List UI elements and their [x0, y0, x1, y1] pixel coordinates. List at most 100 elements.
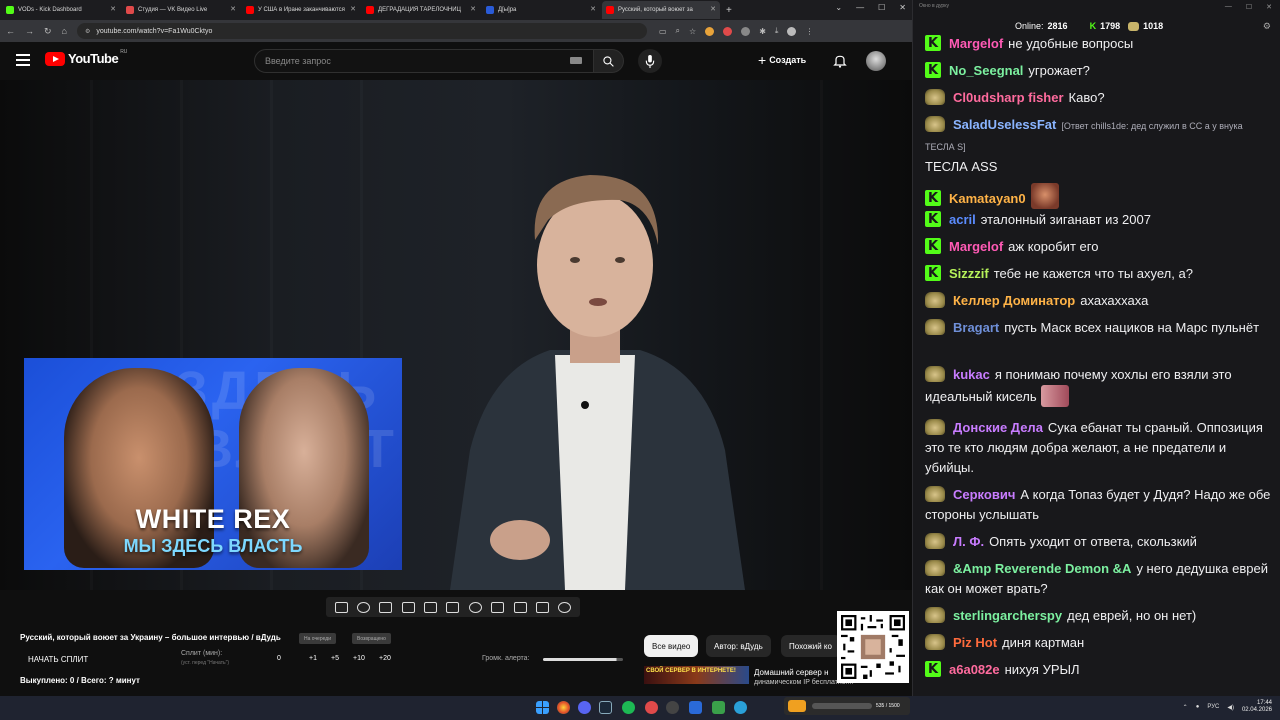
back-icon[interactable]: ← [6, 26, 15, 36]
zoom-icon[interactable]: ⌕ [676, 26, 680, 36]
split-option-10[interactable]: +10 [353, 655, 365, 662]
chip-similar[interactable]: Похожий ко [781, 635, 841, 657]
alert-volume-slider[interactable] [543, 658, 623, 661]
tray-overflow-icon[interactable]: ⌃ [1183, 704, 1188, 711]
tab-search-icon[interactable]: ⌄ [835, 3, 842, 12]
download-icon[interactable]: ⤓ [775, 26, 779, 36]
spotify-icon[interactable] [622, 701, 635, 714]
close-window-button[interactable]: ✕ [899, 3, 906, 12]
chrome-icon[interactable] [557, 701, 570, 714]
ad-thumbnail[interactable]: СВОЙ СЕРВЕР В ИНТЕРНЕТЕ! [644, 666, 749, 684]
tab-close-icon[interactable]: ✕ [590, 5, 596, 13]
discord-icon[interactable] [578, 701, 591, 714]
browser-tab[interactable]: Д[ы]ра ✕ [482, 1, 600, 19]
tab-close-icon[interactable]: ✕ [470, 5, 476, 13]
chat-username[interactable]: No_Seegnal [949, 63, 1023, 78]
extensions-puzzle-icon[interactable]: ✱ [759, 27, 766, 36]
extension-icon[interactable] [705, 26, 715, 36]
maximize-button[interactable]: ☐ [1246, 3, 1252, 11]
clock[interactable]: 17:44 02.04.2026 [1242, 700, 1272, 714]
maximize-button[interactable]: ☐ [878, 3, 885, 12]
broadcast-icon[interactable] [357, 601, 371, 613]
keyboard-icon[interactable] [570, 57, 582, 64]
chat-username[interactable]: kukac [953, 367, 990, 382]
tab-close-icon[interactable]: ✕ [710, 5, 716, 13]
profile-icon[interactable] [787, 26, 797, 36]
settings-gear-icon[interactable] [558, 601, 572, 613]
browser-tab[interactable]: Русский, который воюет за ✕ [602, 1, 720, 19]
queue-pill[interactable]: На очереди [299, 633, 336, 644]
preview-icon[interactable] [379, 601, 393, 613]
chat-username[interactable]: sterlingarcherspy [953, 608, 1062, 623]
menu-hamburger-icon[interactable] [16, 54, 30, 66]
browser-tab[interactable]: Студия — VK Видео Live ✕ [122, 1, 240, 19]
search-button[interactable] [594, 49, 624, 73]
chip-author[interactable]: Автор: вДудь [706, 635, 771, 657]
split-option-1[interactable]: +1 [309, 655, 317, 662]
chat-username[interactable]: Bragart [953, 320, 999, 335]
tab-close-icon[interactable]: ✕ [230, 5, 236, 13]
extension-icon[interactable] [741, 26, 751, 36]
chat-username[interactable]: Sizzzif [949, 266, 989, 281]
avatar[interactable] [866, 51, 886, 71]
search-input[interactable]: Введите запрос [254, 49, 594, 73]
chat-username[interactable]: Margelof [949, 36, 1003, 51]
reload-icon[interactable]: ↻ [44, 26, 52, 37]
chat-username[interactable]: Margelof [949, 239, 1003, 254]
chip-all-videos[interactable]: Все видео [644, 635, 699, 657]
obs-icon[interactable] [666, 701, 679, 714]
home-icon[interactable]: ⌂ [62, 26, 67, 36]
telegram-icon[interactable] [734, 701, 747, 714]
browser-tab[interactable]: ДЕГРАДАЦИЯ ТАРЕЛОЧНИЦ ✕ [362, 1, 480, 19]
expand-icon[interactable] [491, 601, 505, 613]
notifications-bell-icon[interactable] [832, 53, 848, 69]
bookmark-star-icon[interactable]: ☆ [689, 27, 696, 36]
video-player[interactable]: ЗДЕСЬ ВЛАСТ WHITE REX МЫ ЗДЕСЬ ВЛАСТЬ [0, 80, 912, 590]
browser-tab[interactable]: VODs - Kick Dashboard ✕ [2, 1, 120, 19]
minimize-button[interactable]: — [1225, 3, 1232, 11]
chat-username[interactable]: Kamatayan0 [949, 191, 1026, 206]
create-button[interactable]: + Создать [758, 52, 806, 68]
loop-icon[interactable] [334, 601, 348, 613]
steam-icon[interactable] [599, 701, 612, 714]
chat-username[interactable]: SaladUselessFat [953, 117, 1056, 132]
windows-start-icon[interactable] [536, 701, 549, 714]
screenshot-icon[interactable] [513, 601, 527, 613]
tray-mic-icon[interactable]: ● [1196, 704, 1200, 710]
recommended-video-thumbnail[interactable]: ЗДЕСЬ ВЛАСТ WHITE REX МЫ ЗДЕСЬ ВЛАСТЬ [24, 358, 402, 570]
split-option-20[interactable]: +20 [379, 655, 391, 662]
app-icon[interactable] [689, 701, 702, 714]
picture-in-picture-icon[interactable] [424, 601, 438, 613]
extension-icon[interactable] [723, 26, 733, 36]
flask-icon[interactable] [535, 601, 549, 613]
language-indicator[interactable]: РУС [1207, 704, 1219, 710]
chat-username[interactable]: Л. Ф. [953, 534, 984, 549]
chat-username[interactable]: Келлер Доминатор [953, 293, 1075, 308]
chat-username[interactable]: a6a082e [949, 662, 1000, 677]
tray-volume-icon[interactable]: ◀) [1227, 704, 1234, 711]
chat-username[interactable]: Серкович [953, 487, 1015, 502]
film-icon[interactable] [401, 601, 415, 613]
youtube-logo[interactable]: YouTube RU [45, 49, 127, 66]
app-icon[interactable] [712, 701, 725, 714]
minimize-button[interactable]: — [856, 3, 864, 12]
new-tab-button[interactable]: + [726, 5, 732, 16]
speed-icon[interactable] [468, 601, 482, 613]
playlist-icon[interactable] [446, 601, 460, 613]
browser-tab[interactable]: У США в Иране заканчиваются ✕ [242, 1, 360, 19]
chat-username[interactable]: Piz Hot [953, 635, 997, 650]
tab-close-icon[interactable]: ✕ [350, 5, 356, 13]
voice-search-button[interactable] [638, 49, 662, 73]
site-info-icon[interactable]: ⚙ [85, 28, 90, 35]
returned-pill[interactable]: Возвращено [352, 633, 391, 644]
chat-username[interactable]: Донские Дела [953, 420, 1043, 435]
menu-icon[interactable]: ⋮ [805, 27, 813, 36]
app-icon[interactable] [645, 701, 658, 714]
tab-close-icon[interactable]: ✕ [110, 5, 116, 13]
close-window-button[interactable]: ✕ [1266, 3, 1272, 11]
split-option-0[interactable]: 0 [277, 655, 281, 662]
split-option-5[interactable]: +5 [331, 655, 339, 662]
chat-settings-gear-icon[interactable]: ⚙ [1263, 21, 1271, 32]
address-bar[interactable]: ⚙ youtube.com/watch?v=Fa1Wu0Cktyo [76, 23, 647, 39]
ad-title[interactable]: Домашний сервер н [754, 668, 829, 677]
